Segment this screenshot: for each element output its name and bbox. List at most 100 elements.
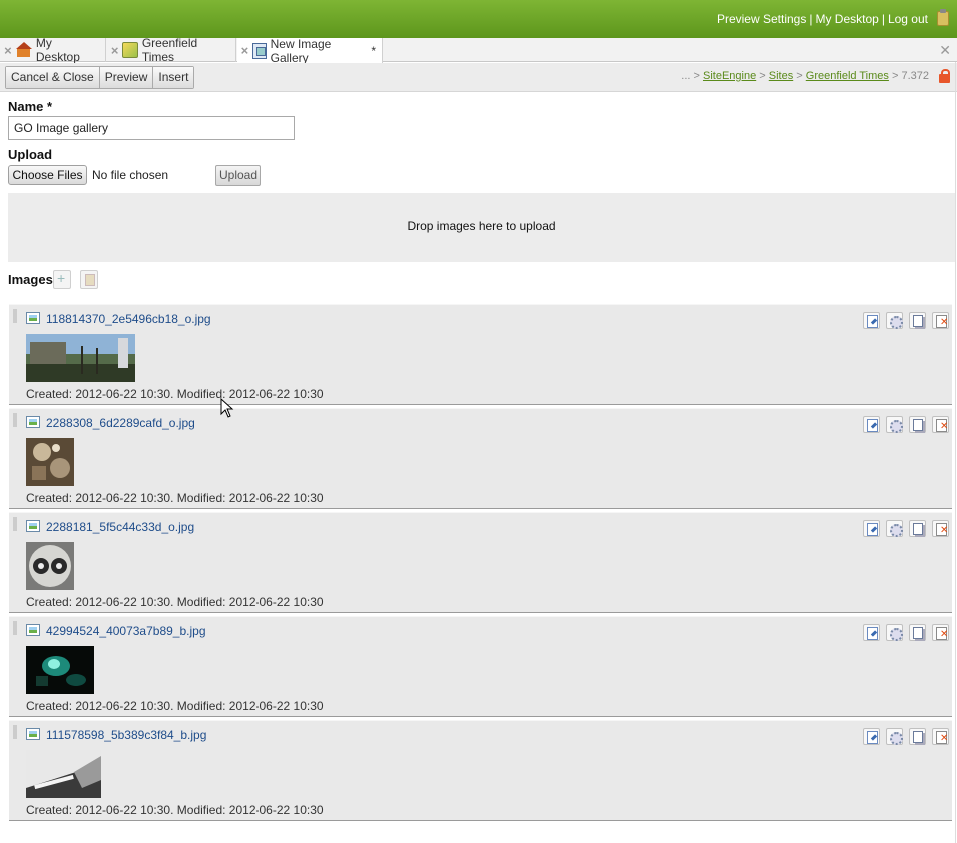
copy-icon[interactable] xyxy=(909,624,926,641)
image-thumbnail[interactable] xyxy=(26,438,74,486)
add-image-icon[interactable] xyxy=(53,270,71,289)
tab-new-image-gallery[interactable]: × New Image Gallery * xyxy=(237,36,383,65)
breadcrumb: ... > SiteEngine > Sites > Greenfield Ti… xyxy=(681,70,929,82)
drag-handle-icon[interactable] xyxy=(13,517,17,531)
close-tab-icon[interactable]: × xyxy=(0,43,16,58)
breadcrumb-sites[interactable]: Sites xyxy=(769,70,793,82)
row-actions xyxy=(857,520,949,537)
drag-handle-icon[interactable] xyxy=(13,413,17,427)
image-thumbnail[interactable] xyxy=(26,542,74,590)
insert-button[interactable]: Insert xyxy=(153,67,194,88)
image-thumbnail[interactable] xyxy=(26,334,135,382)
delete-icon[interactable] xyxy=(932,520,949,537)
copy-icon[interactable] xyxy=(909,728,926,745)
images-label: Images xyxy=(8,272,53,287)
home-icon xyxy=(15,42,32,58)
drop-zone-text: Drop images here to upload xyxy=(407,219,556,233)
image-file-icon xyxy=(26,624,40,636)
paste-icon[interactable] xyxy=(80,270,98,289)
tab-label: My Desktop xyxy=(35,36,80,64)
top-bar: Preview Settings | My Desktop | Log out xyxy=(0,0,957,38)
drag-handle-icon[interactable] xyxy=(13,725,17,739)
copy-icon[interactable] xyxy=(909,416,926,433)
image-meta: Created: 2012-06-22 10:30. Modified: 201… xyxy=(26,803,324,817)
scrollbar-track[interactable] xyxy=(955,62,956,843)
image-meta: Created: 2012-06-22 10:30. Modified: 201… xyxy=(26,595,324,609)
image-thumbnail[interactable] xyxy=(26,750,101,798)
preview-button[interactable]: Preview xyxy=(99,67,154,88)
row-actions xyxy=(857,312,949,329)
image-row: 2288308_6d2289cafd_o.jpg Created: 2012-0… xyxy=(9,408,952,509)
gallery-icon xyxy=(251,42,267,59)
site-icon xyxy=(122,42,138,58)
edit-icon[interactable] xyxy=(863,312,880,329)
breadcrumb-siteengine[interactable]: SiteEngine xyxy=(703,70,756,82)
breadcrumb-tail: > 7.372 xyxy=(888,70,929,82)
tab-label: New Image Gallery xyxy=(270,36,332,65)
close-tab-icon[interactable]: × xyxy=(237,43,252,58)
row-actions xyxy=(857,728,949,745)
name-input[interactable] xyxy=(8,116,295,140)
copy-icon[interactable] xyxy=(909,520,926,537)
drop-zone[interactable]: Drop images here to upload xyxy=(8,193,955,262)
close-tab-icon[interactable]: × xyxy=(107,43,122,58)
settings-icon[interactable] xyxy=(886,520,903,537)
edit-icon[interactable] xyxy=(863,416,880,433)
link-separator: | xyxy=(809,12,813,26)
no-file-text: No file chosen xyxy=(92,168,169,182)
image-filename-link[interactable]: 2288181_5f5c44c33d_o.jpg xyxy=(46,520,194,534)
tab-label: Greenfield Times xyxy=(141,36,198,64)
upload-button[interactable]: Upload xyxy=(215,165,261,186)
modified-marker: * xyxy=(371,43,376,58)
upload-label: Upload xyxy=(8,147,53,162)
image-meta: Created: 2012-06-22 10:30. Modified: 201… xyxy=(26,491,324,505)
image-file-icon xyxy=(26,312,40,324)
mouse-cursor-icon xyxy=(220,398,234,418)
close-all-tabs-icon[interactable]: ✕ xyxy=(939,42,951,59)
log-out-link[interactable]: Log out xyxy=(888,12,928,26)
settings-icon[interactable] xyxy=(886,416,903,433)
toolbar: Cancel & Close Preview Insert ... > Site… xyxy=(0,63,957,92)
tab-my-desktop[interactable]: × My Desktop xyxy=(0,36,106,64)
image-row: 2288181_5f5c44c33d_o.jpg Created: 2012-0… xyxy=(9,512,952,613)
delete-icon[interactable] xyxy=(932,312,949,329)
breadcrumb-sep: > xyxy=(756,70,769,82)
my-desktop-link[interactable]: My Desktop xyxy=(815,12,878,26)
cancel-close-button[interactable]: Cancel & Close xyxy=(6,67,100,88)
lock-icon[interactable] xyxy=(939,69,950,83)
edit-icon[interactable] xyxy=(863,728,880,745)
image-meta: Created: 2012-06-22 10:30. Modified: 201… xyxy=(26,387,324,401)
row-actions xyxy=(857,624,949,641)
name-label: Name * xyxy=(8,99,53,114)
image-row: 42994524_40073a7b89_b.jpg Created: 2012-… xyxy=(9,616,952,717)
image-thumbnail[interactable] xyxy=(26,646,94,694)
preview-settings-link[interactable]: Preview Settings xyxy=(717,12,806,26)
edit-icon[interactable] xyxy=(863,624,880,641)
edit-icon[interactable] xyxy=(863,520,880,537)
settings-icon[interactable] xyxy=(886,312,903,329)
link-separator: | xyxy=(881,12,885,26)
settings-icon[interactable] xyxy=(886,624,903,641)
tab-greenfield-times[interactable]: × Greenfield Times xyxy=(107,36,236,64)
image-filename-link[interactable]: 2288308_6d2289cafd_o.jpg xyxy=(46,416,195,430)
image-filename-link[interactable]: 118814370_2e5496cb18_o.jpg xyxy=(46,312,211,326)
delete-icon[interactable] xyxy=(932,624,949,641)
drag-handle-icon[interactable] xyxy=(13,621,17,635)
toolbar-buttons: Cancel & Close Preview Insert xyxy=(5,66,195,89)
drag-handle-icon[interactable] xyxy=(13,309,17,323)
breadcrumb-sep: > xyxy=(793,70,806,82)
image-file-icon xyxy=(26,520,40,532)
top-links: Preview Settings | My Desktop | Log out xyxy=(717,12,928,26)
copy-icon[interactable] xyxy=(909,312,926,329)
breadcrumb-prefix: ... > xyxy=(681,70,703,82)
choose-files-button[interactable]: Choose Files xyxy=(8,165,87,185)
image-filename-link[interactable]: 111578598_5b389c3f84_b.jpg xyxy=(46,728,206,742)
delete-icon[interactable] xyxy=(932,728,949,745)
settings-icon[interactable] xyxy=(886,728,903,745)
image-row: 118814370_2e5496cb18_o.jpg Created: 2012… xyxy=(9,304,952,405)
breadcrumb-greenfield-times[interactable]: Greenfield Times xyxy=(806,70,889,82)
image-filename-link[interactable]: 42994524_40073a7b89_b.jpg xyxy=(46,624,206,638)
image-file-icon xyxy=(26,728,40,740)
delete-icon[interactable] xyxy=(932,416,949,433)
clipboard-icon[interactable] xyxy=(937,9,949,26)
